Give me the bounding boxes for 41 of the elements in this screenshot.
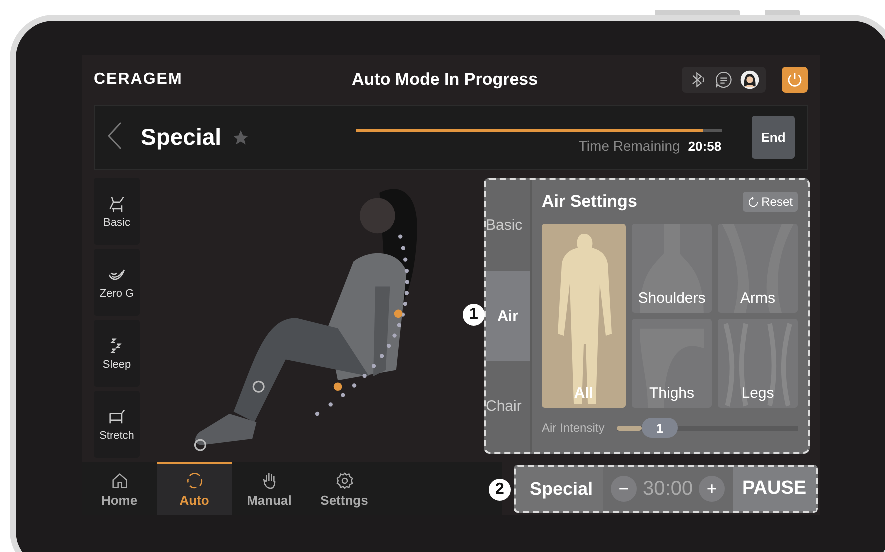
end-button[interactable]: End	[752, 116, 795, 159]
nav-tab[interactable]: Home	[82, 462, 157, 515]
nav-icon	[110, 471, 130, 491]
pause-button[interactable]: PAUSE	[733, 467, 816, 511]
time-remaining-label: Time Remaining	[578, 138, 680, 154]
mode-button[interactable]: Stretch	[94, 391, 140, 458]
power-icon	[786, 71, 804, 89]
program-name: Special	[141, 124, 222, 151]
panel-title: Air Settings	[542, 192, 638, 212]
timer-value: 30:00	[643, 478, 694, 500]
mode-button[interactable]: Basic	[94, 178, 140, 245]
current-program: Special	[529, 478, 594, 500]
chat-icon[interactable]	[714, 70, 734, 90]
refresh-icon	[748, 196, 759, 208]
panel-tab[interactable]: Basic	[486, 180, 530, 271]
reset-button[interactable]: Reset	[742, 192, 798, 212]
mode-button[interactable]: Zero G	[94, 249, 140, 316]
body-zone-button[interactable]: Arms	[718, 224, 798, 313]
nav-icon	[334, 471, 354, 491]
nav-tab[interactable]: Auto	[157, 462, 232, 515]
panel-tab[interactable]: Chair	[486, 361, 530, 452]
time-remaining-value: 20:58	[688, 139, 722, 154]
nav-icon	[184, 471, 204, 491]
intensity-label: Air Intensity	[542, 421, 605, 435]
star-icon[interactable]	[232, 128, 250, 146]
mode-icon	[107, 194, 127, 214]
brand-logo: CERAGEM	[94, 71, 184, 89]
body-zone-button[interactable]: Thighs	[632, 319, 712, 408]
slider-thumb[interactable]: 1	[642, 418, 678, 438]
decrease-button[interactable]: −	[611, 476, 638, 502]
avatar-icon[interactable]	[740, 70, 760, 90]
nav-tab[interactable]: Settngs	[307, 462, 382, 515]
intensity-slider[interactable]: 1	[616, 418, 798, 438]
panel-tab[interactable]: Air	[486, 270, 530, 362]
mode-button[interactable]: Sleep	[94, 320, 140, 387]
body-zone-button[interactable]: Shoulders	[632, 224, 712, 313]
body-zone-button[interactable]: Legs	[718, 319, 798, 408]
increase-button[interactable]: +	[699, 476, 726, 502]
power-button[interactable]	[782, 67, 808, 93]
nav-tab[interactable]: Manual	[232, 462, 307, 515]
screen-title: Auto Mode In Progress	[352, 70, 540, 90]
